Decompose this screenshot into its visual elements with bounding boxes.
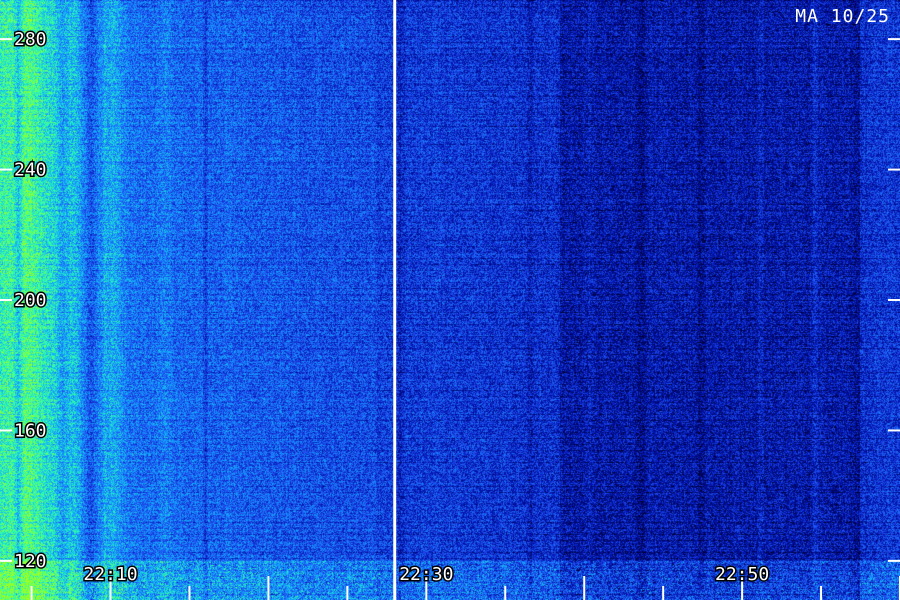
y-tick-label: 160	[14, 420, 47, 441]
spectrogram-chart: 280 240 200 160 120 22:10 22:30 22:50 MA 10/25	[0, 0, 900, 600]
x-tick-label: 22:30	[399, 564, 453, 585]
y-tick-label: 280	[14, 29, 47, 50]
y-tick-label: 120	[14, 551, 47, 572]
x-tick-label: 22:50	[715, 564, 769, 585]
date-stamp: MA 10/25	[795, 6, 890, 27]
y-tick-label: 240	[14, 160, 47, 181]
y-tick-label: 200	[14, 290, 47, 311]
x-tick-label: 22:10	[83, 564, 137, 585]
axis-overlay: 280 240 200 160 120 22:10 22:30 22:50	[0, 0, 900, 600]
